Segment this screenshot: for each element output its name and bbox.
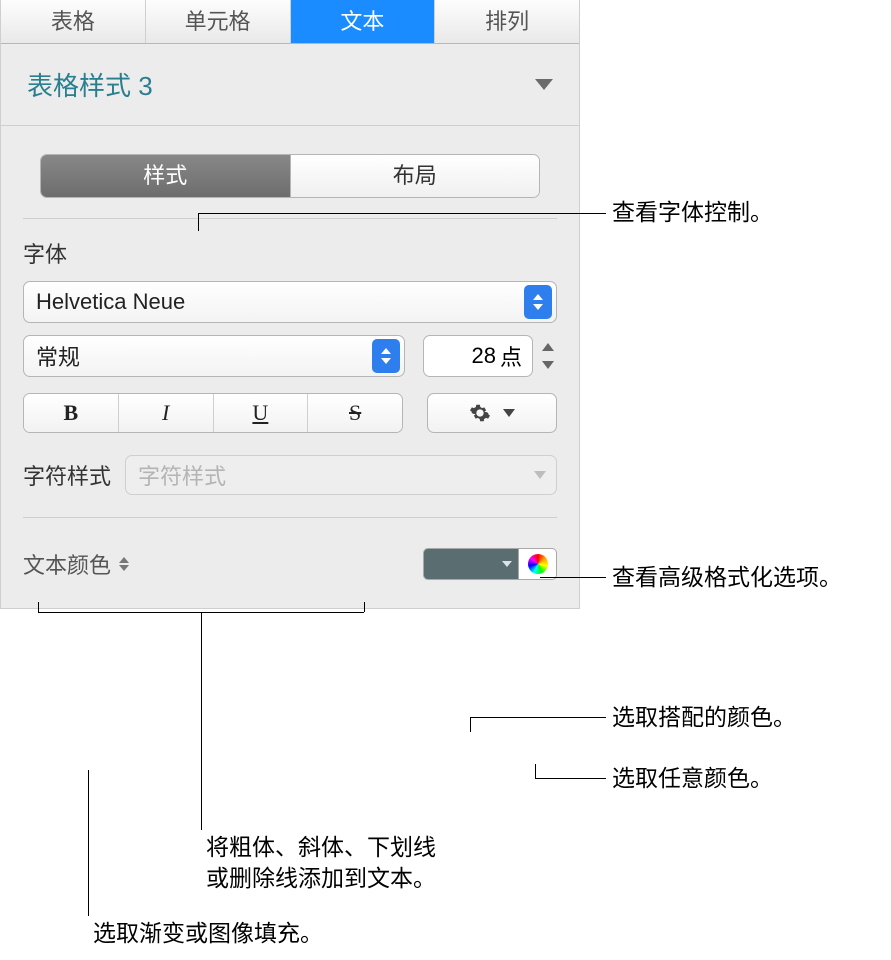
character-style-label: 字符样式	[23, 459, 111, 491]
triangle-down-icon	[542, 361, 554, 369]
font-weight-popup[interactable]: 常规	[23, 335, 405, 377]
font-size-value: 28	[472, 343, 496, 369]
color-wheel-button[interactable]	[519, 548, 557, 580]
tab-arrange[interactable]: 排列	[435, 0, 579, 43]
character-style-placeholder: 字符样式	[138, 459, 226, 491]
font-size-step-up[interactable]	[539, 340, 557, 354]
gear-icon	[469, 402, 491, 424]
italic-button[interactable]: I	[119, 394, 214, 432]
divider	[23, 517, 557, 518]
bold-button[interactable]: B	[24, 394, 119, 432]
callout-leader	[38, 602, 39, 612]
subtab-style[interactable]: 样式	[41, 155, 290, 197]
format-sidebar: 表格 单元格 文本 排列 表格样式 3 样式 布局 字体 Helvetica N…	[0, 0, 580, 609]
advanced-options-button[interactable]	[427, 393, 557, 433]
callout-leader	[88, 770, 89, 916]
updown-arrows-icon	[119, 557, 129, 571]
text-subtab-segmented: 样式 布局	[40, 154, 540, 198]
text-style-group: B I U S	[23, 393, 403, 433]
callout-leader	[364, 602, 365, 612]
callout-leader	[198, 213, 606, 214]
color-wheel-icon	[528, 554, 548, 574]
callout-leader	[535, 764, 536, 778]
chevron-down-icon	[535, 79, 553, 90]
callout-leader	[535, 778, 606, 779]
tab-text[interactable]: 文本	[291, 0, 436, 43]
character-style-popup[interactable]: 字符样式	[125, 455, 557, 495]
divider	[23, 218, 557, 219]
callout-leader	[198, 213, 199, 231]
callout-advanced-format: 查看高级格式化选项。	[612, 562, 842, 593]
tab-table[interactable]: 表格	[1, 0, 146, 43]
subtab-layout[interactable]: 布局	[290, 155, 540, 197]
callout-leader	[470, 717, 606, 718]
font-size-control: 28 点	[423, 335, 557, 377]
paragraph-style-dropdown[interactable]: 表格样式 3	[1, 44, 579, 126]
text-color-dropdown[interactable]: 文本颜色	[23, 548, 129, 580]
callout-any-color: 选取任意颜色。	[612, 763, 773, 794]
callout-font-controls: 查看字体控制。	[612, 197, 773, 228]
font-size-step-down[interactable]	[539, 358, 557, 372]
paragraph-style-label: 表格样式 3	[27, 66, 153, 103]
text-color-label: 文本颜色	[23, 548, 111, 580]
callout-leader	[470, 717, 471, 732]
font-size-unit: 点	[500, 340, 522, 372]
popup-arrows-icon	[524, 285, 552, 319]
chevron-down-icon	[534, 471, 546, 479]
strikethrough-button[interactable]: S	[308, 394, 402, 432]
tab-cell[interactable]: 单元格	[146, 0, 291, 43]
sidebar-body: 样式 布局 字体 Helvetica Neue 常规 28 点	[1, 126, 579, 608]
text-color-controls	[423, 548, 557, 580]
popup-arrows-icon	[372, 339, 400, 373]
callout-fill: 选取渐变或图像填充。	[93, 918, 323, 949]
font-family-value: Helvetica Neue	[36, 289, 524, 315]
font-weight-value: 常规	[36, 340, 372, 372]
callout-leader	[201, 612, 202, 830]
triangle-up-icon	[542, 343, 554, 351]
callout-match-color: 选取搭配的颜色。	[612, 702, 796, 733]
font-size-field[interactable]: 28 点	[423, 335, 533, 377]
font-section-label: 字体	[23, 237, 557, 269]
underline-button[interactable]: U	[214, 394, 309, 432]
chevron-down-icon	[503, 409, 515, 417]
inspector-tabs: 表格 单元格 文本 排列	[1, 0, 579, 44]
callout-leader	[540, 577, 606, 578]
font-family-popup[interactable]: Helvetica Neue	[23, 281, 557, 323]
color-swatch-button[interactable]	[423, 548, 519, 580]
font-size-stepper	[539, 340, 557, 372]
callout-bius: 将粗体、斜体、下划线 或删除线添加到文本。	[206, 832, 436, 894]
